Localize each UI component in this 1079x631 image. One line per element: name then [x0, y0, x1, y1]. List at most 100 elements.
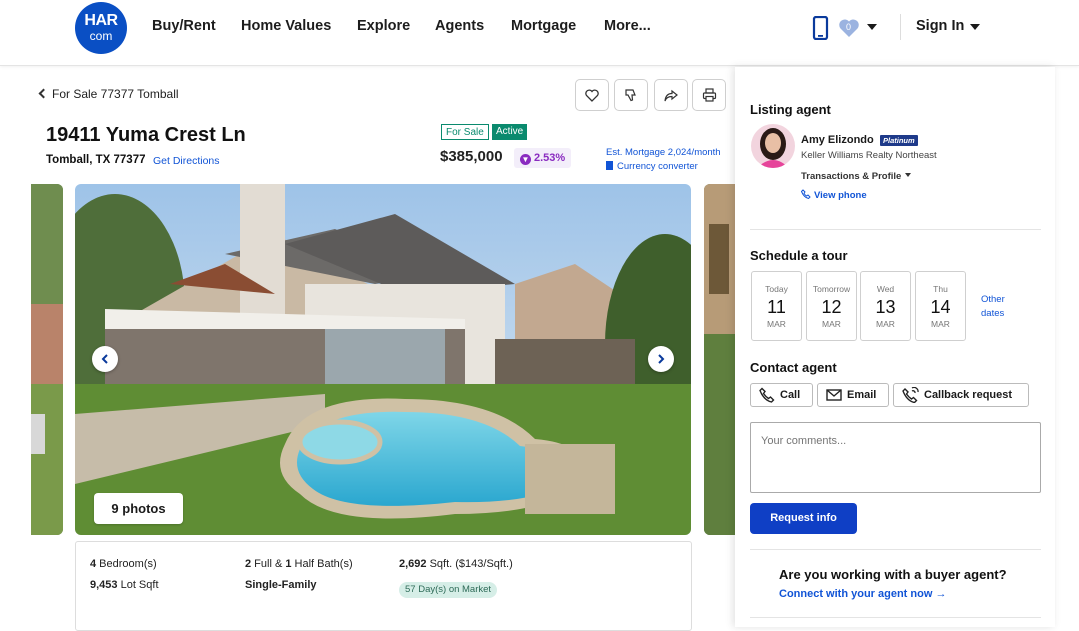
favorites-caret-icon[interactable] [867, 24, 877, 30]
agent-brokerage: Keller Williams Realty Northeast [801, 150, 937, 161]
tour-date-today[interactable]: Today 11 MAR [751, 271, 802, 341]
agent-avatar[interactable] [751, 124, 795, 168]
listing-price: $385,000 [440, 148, 503, 165]
request-info-button[interactable]: Request info [750, 503, 857, 534]
schedule-tour-heading: Schedule a tour [750, 248, 848, 263]
sign-in-caret-icon[interactable] [970, 24, 980, 30]
tour-date-thu[interactable]: Thu 14 MAR [915, 271, 966, 341]
share-button[interactable] [654, 79, 688, 111]
tour-date-dow: Wed [876, 284, 895, 294]
days-on-market-badge: 57 Day(s) on Market [399, 582, 498, 598]
back-link-label: For Sale 77377 Tomball [52, 87, 179, 101]
heart-icon [585, 88, 599, 102]
callback-request-button[interactable]: Callback request [893, 383, 1029, 407]
chevron-left-icon [38, 88, 49, 99]
chevron-right-icon [658, 354, 665, 364]
property-type: Single-Family [245, 579, 317, 591]
fact-bathrooms: 2 Full & 1 Half Bath(s) [245, 558, 353, 570]
mobile-app-icon[interactable] [812, 15, 830, 45]
price-change-badge[interactable]: ▼ 2.53% [514, 148, 572, 168]
tour-date-dow: Today [765, 284, 788, 294]
fact-lot: 9,453 Lot Sqft [90, 579, 159, 591]
back-to-search-link[interactable]: For Sale 77377 Tomball [38, 87, 179, 101]
comments-textarea[interactable] [750, 422, 1041, 493]
listing-address: 19411 Yuma Crest Ln [46, 124, 246, 146]
next-photo-button[interactable] [648, 346, 674, 372]
panel-divider [750, 617, 1041, 618]
favorite-button[interactable] [575, 79, 609, 111]
main-listing-photo[interactable] [75, 184, 691, 535]
email-button[interactable]: Email [817, 383, 889, 407]
sign-in-button[interactable]: Sign In [916, 18, 964, 34]
tour-date-month: MAR [822, 319, 841, 329]
listing-city: Tomball, TX 77377 [46, 154, 146, 166]
half-baths-label: Half Bath(s) [291, 558, 353, 570]
tour-date-month: MAR [876, 319, 895, 329]
phone-icon [759, 387, 775, 403]
nav-explore[interactable]: Explore [357, 18, 410, 34]
favorites-heart-icon[interactable]: 0 [838, 18, 860, 43]
connect-agent-link[interactable]: Connect with your agent now → [779, 588, 946, 600]
fact-property-type: Single-Family [245, 579, 317, 591]
nav-agents[interactable]: Agents [435, 18, 484, 34]
lot-value: 9,453 [90, 579, 118, 591]
view-phone-link[interactable]: View phone [800, 188, 867, 201]
panel-divider [750, 549, 1041, 550]
agent-name[interactable]: Amy Elizondo [801, 134, 874, 146]
email-label: Email [847, 389, 877, 401]
fact-sqft: 2,692 Sqft. ($143/Sqft.) [399, 558, 513, 570]
tour-date-month: MAR [931, 319, 950, 329]
tour-date-dow: Tomorrow [812, 284, 851, 294]
get-directions-link[interactable]: Get Directions [153, 155, 220, 167]
previous-photo-button[interactable] [92, 346, 118, 372]
active-status-badge: Active [492, 124, 528, 140]
panel-divider [750, 229, 1041, 230]
header-divider [900, 14, 901, 40]
sqft-label: Sqft. ($143/Sqft.) [426, 558, 513, 570]
tour-date-wed[interactable]: Wed 13 MAR [860, 271, 911, 341]
next-photo-thumbnail[interactable] [704, 184, 735, 535]
previous-photo-thumbnail[interactable] [31, 184, 63, 535]
nav-buy-rent[interactable]: Buy/Rent [152, 18, 216, 34]
tour-date-day: 13 [875, 297, 896, 317]
tour-date-dow: Thu [933, 284, 948, 294]
callback-label: Callback request [924, 389, 1013, 401]
tour-date-day: 14 [930, 297, 951, 317]
print-button[interactable] [692, 79, 726, 111]
tour-date-day: 12 [821, 297, 842, 317]
sqft-value: 2,692 [399, 558, 427, 570]
print-icon [702, 88, 716, 102]
tour-date-tomorrow[interactable]: Tomorrow 12 MAR [806, 271, 857, 341]
top-header: HAR com Buy/Rent Home Values Explore Age… [0, 0, 1079, 66]
thumbs-down-icon [625, 89, 636, 102]
caret-down-icon [905, 173, 912, 177]
listing-facts-box [75, 541, 692, 631]
est-mortgage-link[interactable]: Est. Mortgage 2,024/month [606, 147, 721, 158]
nav-home-values[interactable]: Home Values [241, 18, 331, 34]
lot-label: Lot Sqft [117, 579, 159, 591]
view-photos-button[interactable]: 9 photos [94, 493, 183, 524]
transactions-profile-dropdown[interactable]: Transactions & Profile [801, 171, 912, 182]
contact-agent-heading: Contact agent [750, 360, 837, 375]
nav-mortgage[interactable]: Mortgage [511, 18, 576, 34]
call-button[interactable]: Call [750, 383, 813, 407]
phone-icon [800, 189, 811, 200]
currency-converter-label: Currency converter [617, 161, 698, 172]
agent-tier-badge: Platinum [880, 135, 918, 146]
currency-converter-link[interactable]: Currency converter [606, 160, 698, 172]
buyer-agent-question: Are you working with a buyer agent? [779, 567, 1007, 582]
fact-bedrooms: 4 Bedroom(s) [90, 558, 157, 570]
logo-text-bottom: com [89, 29, 113, 43]
favorites-count: 0 [846, 22, 852, 32]
dislike-button[interactable] [614, 79, 648, 111]
envelope-icon [826, 389, 842, 401]
listing-agent-heading: Listing agent [750, 102, 831, 117]
chevron-left-icon [101, 354, 108, 364]
transactions-profile-label: Transactions & Profile [801, 171, 902, 182]
other-dates-link[interactable]: Other dates [981, 293, 1021, 321]
arrow-down-icon: ▼ [520, 154, 531, 165]
share-icon [664, 89, 678, 101]
har-logo[interactable]: HAR com [75, 2, 127, 54]
callback-phone-icon [902, 387, 919, 403]
nav-more[interactable]: More... [604, 18, 651, 34]
